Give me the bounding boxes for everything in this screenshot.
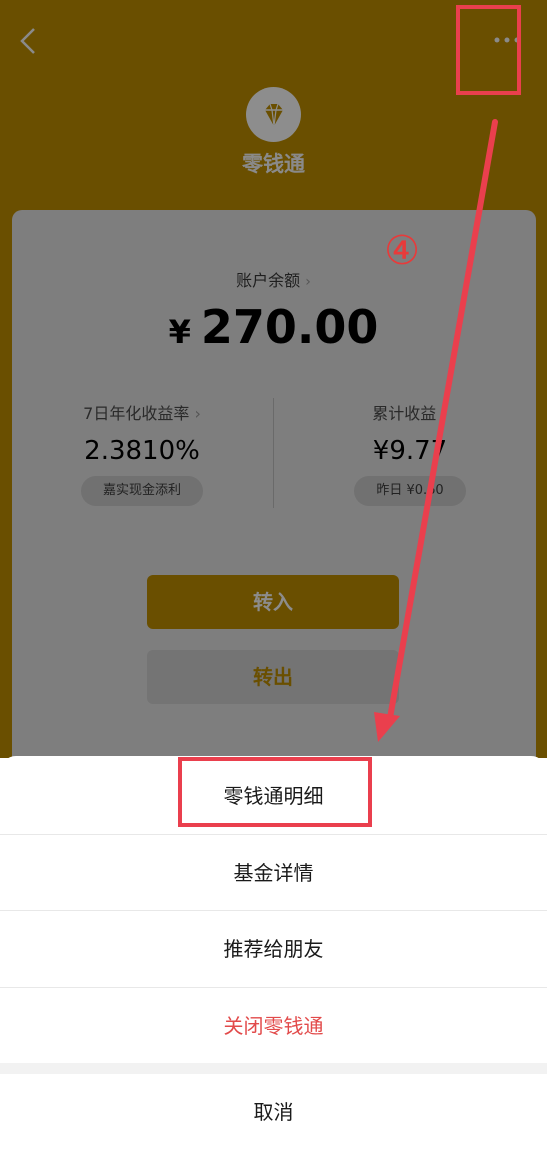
income-label: 累计收益 › (310, 400, 510, 424)
income-section[interactable]: 累计收益 › ¥9.77 昨日 ¥0.60 (310, 400, 510, 506)
withdraw-button[interactable]: 转出 (147, 650, 399, 704)
currency-symbol: ¥ (168, 313, 191, 351)
back-button[interactable] (14, 24, 44, 58)
yield-label: 7日年化收益率 › (42, 400, 242, 424)
sheet-item-close[interactable]: 关闭零钱通 (0, 987, 547, 1064)
balance-number: 270.00 (200, 300, 379, 354)
app-logo (246, 87, 301, 142)
income-label-text: 累计收益 (372, 404, 437, 423)
chevron-right-icon: › (441, 404, 448, 423)
yield-section[interactable]: 7日年化收益率 › 2.3810% 嘉实现金添利 (42, 400, 242, 506)
diamond-icon (264, 103, 283, 126)
yesterday-chip: 昨日 ¥0.60 (354, 476, 466, 506)
balance-label[interactable]: 账户余额 › (0, 267, 547, 291)
fund-chip[interactable]: 嘉实现金添利 (80, 476, 203, 506)
sheet-separator (0, 1063, 547, 1074)
deposit-button[interactable]: 转入 (147, 575, 399, 629)
cancel-button[interactable]: 取消 (0, 1074, 547, 1150)
sheet-item-recommend[interactable]: 推荐给朋友 (0, 910, 547, 987)
page-title: 零钱通 (242, 152, 305, 176)
yield-value: 2.3810% (84, 436, 200, 466)
income-value: ¥9.77 (372, 436, 448, 466)
step-number-annotation: ④ (384, 228, 420, 274)
stats-divider (273, 398, 274, 508)
chevron-left-icon (20, 28, 35, 54)
highlight-box-more (456, 5, 521, 95)
yield-label-text: 7日年化收益率 (83, 404, 190, 423)
sheet-item-fund-info[interactable]: 基金详情 (0, 834, 547, 911)
balance-amount: ¥270.00 (0, 300, 547, 354)
chevron-right-icon: › (194, 404, 201, 423)
chevron-right-icon: › (305, 274, 311, 290)
balance-label-text: 账户余额 (236, 271, 301, 290)
highlight-box-details (178, 757, 372, 827)
